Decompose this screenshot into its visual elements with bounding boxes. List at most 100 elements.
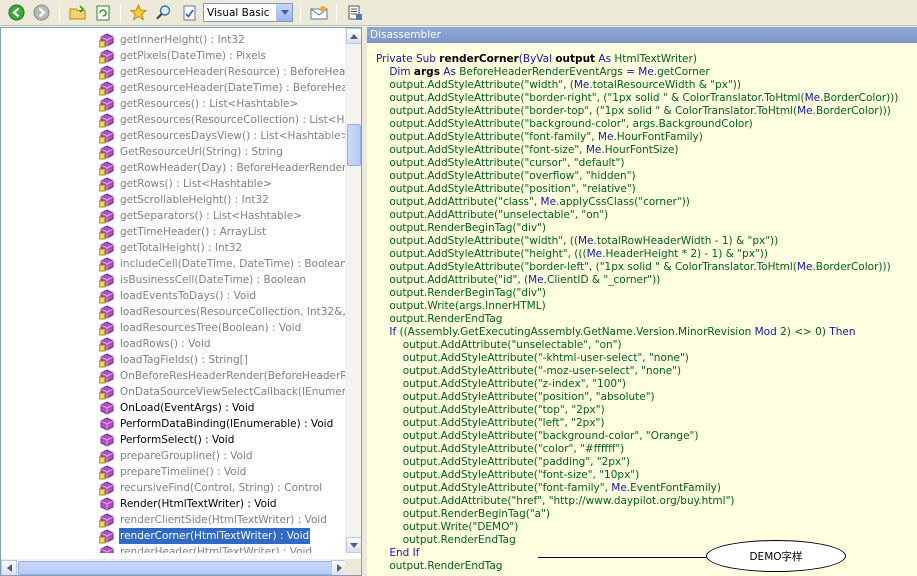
scroll-down-icon[interactable] — [346, 537, 361, 553]
tree-item[interactable]: loadResources(ResourceCollection, Int32&… — [98, 304, 347, 320]
code-token: output.AddStyleAttribute("z-index", "100… — [376, 378, 626, 390]
tree-item[interactable]: getResourceHeader(DateTime) : BeforeHead… — [98, 80, 347, 96]
export-icon[interactable] — [344, 2, 365, 23]
tree-item[interactable]: loadEventsToDays() : Void — [98, 288, 257, 304]
private-method-icon — [98, 448, 115, 464]
tree-item[interactable]: getResourceHeader(Resource) : BeforeHead… — [98, 64, 347, 80]
tree-item[interactable]: getTimeHeader() : ArrayList — [98, 224, 267, 240]
toolbar-separator — [300, 3, 301, 22]
tree-item[interactable]: loadResourcesTree(Boolean) : Void — [98, 320, 302, 336]
code-token: output.AddStyleAttribute("font-family", — [376, 482, 612, 494]
vertical-scroll-thumb[interactable] — [347, 124, 361, 166]
document-check-icon[interactable] — [178, 2, 199, 23]
code-token: Private Sub — [376, 53, 440, 65]
tree-item[interactable]: OnDataSourceViewSelectCallback(IEnumerab… — [98, 384, 347, 400]
private-method-icon — [98, 240, 115, 256]
code-token: output.AddStyleAttribute("font-size", — [376, 144, 586, 156]
tree-item[interactable]: OnLoad(EventArgs) : Void — [99, 400, 255, 416]
tree-item[interactable]: getResourcesDaysView() : List<Hashtable> — [98, 128, 347, 144]
public-method-icon — [99, 416, 115, 432]
tree-item[interactable]: includeCell(DateTime, DateTime) : Boolea… — [98, 256, 347, 272]
code-token: Dim — [376, 66, 414, 78]
tree-item-label: OnBeforeResHeaderRender(BeforeHeaderRend… — [120, 370, 347, 382]
tree-item-label: getTotalHeight() : Int32 — [120, 242, 243, 254]
scroll-left-icon[interactable] — [1, 560, 17, 575]
code-token: output.Write(args.InnerHTML) — [376, 300, 546, 312]
code-line: output.AddStyleAttribute("position", "re… — [376, 183, 636, 196]
code-token: Me — [611, 482, 627, 494]
mail-icon[interactable] — [308, 2, 329, 23]
tree-item[interactable]: renderCorner(HtmlTextWriter) : Void — [98, 528, 311, 544]
code-token: output — [555, 53, 596, 65]
vertical-scrollbar[interactable] — [345, 28, 361, 553]
tree-item[interactable]: renderClientSide(HtmlTextWriter) : Void — [98, 512, 328, 528]
private-method-icon — [98, 64, 115, 80]
toolbar-separator — [120, 3, 121, 22]
code-line: output.RenderBeginTag("div") — [376, 222, 546, 235]
tree-item[interactable]: getPixels(DateTime) : Pixels — [98, 48, 267, 64]
tree-item[interactable]: getInnerHeight() : Int32 — [98, 32, 246, 48]
tree-item[interactable]: PerformSelect() : Void — [99, 432, 235, 448]
tree-item[interactable]: loadTagFields() : String[] — [98, 352, 249, 368]
chevron-down-icon[interactable] — [276, 4, 292, 21]
private-method-icon — [98, 368, 115, 384]
refresh-icon[interactable] — [92, 2, 113, 23]
horizontal-scroll-thumb[interactable] — [18, 561, 336, 575]
tree-item[interactable]: getRows() : List<Hashtable> — [98, 176, 273, 192]
favorites-star-icon[interactable] — [128, 2, 149, 23]
tree-item-label: Render(HtmlTextWriter) : Void — [120, 498, 277, 510]
tree-item[interactable]: renderHeader(HtmlTextWriter) : Void — [98, 544, 313, 553]
public-method-icon — [99, 400, 115, 416]
tree-item[interactable]: GetResourceUrl(String) : String — [98, 144, 284, 160]
private-method-icon — [98, 32, 115, 48]
code-line: output.AddStyleAttribute("font-size", Me… — [376, 144, 678, 157]
code-token: Me — [796, 261, 813, 273]
tree-item[interactable]: recursiveFind(Control, String) : Control — [98, 480, 323, 496]
tree-item-label: loadEventsToDays() : Void — [120, 290, 257, 302]
code-line: output.AddStyleAttribute("color", "#ffff… — [376, 443, 625, 456]
code-token: args — [413, 66, 440, 78]
horizontal-scrollbar[interactable] — [1, 559, 347, 575]
tree-item[interactable]: OnBeforeResHeaderRender(BeforeHeaderRend… — [98, 368, 347, 384]
code-line: output.AddStyleAttribute("background-col… — [376, 118, 752, 131]
tree-item-label: getResourceHeader(DateTime) : BeforeHead… — [120, 82, 347, 94]
private-method-icon — [98, 304, 115, 320]
open-folder-icon[interactable] — [67, 2, 88, 23]
tree-item[interactable]: getRowHeader(Day) : BeforeHeaderRenderEv… — [98, 160, 347, 176]
tree-item[interactable]: getResources() : List<Hashtable> — [98, 96, 299, 112]
code-token: output.AddStyleAttribute("position", "re… — [376, 183, 636, 195]
code-line: output.AddStyleAttribute("font-family", … — [376, 131, 702, 144]
private-method-icon — [98, 464, 115, 480]
tree-item-label: getTimeHeader() : ArrayList — [120, 226, 267, 238]
tree-item[interactable]: getTotalHeight() : Int32 — [98, 240, 243, 256]
tree-item[interactable]: getScrollableHeight() : Int32 — [98, 192, 270, 208]
language-select[interactable]: Visual Basic — [203, 3, 293, 22]
tree-item-label: loadRows() : Void — [120, 338, 211, 350]
tree-item-label: PerformSelect() : Void — [120, 434, 235, 446]
code-token: .getCorner — [653, 66, 710, 78]
code-token: .EventFontFamily) — [626, 482, 721, 494]
tree-item-label: PerformDataBinding(IEnumerable) : Void — [120, 418, 334, 430]
code-token: .HeaderHeight * 2) - 1) & "px")) — [602, 248, 768, 260]
tree-item[interactable]: loadRows() : Void — [98, 336, 212, 352]
back-icon[interactable] — [6, 2, 27, 23]
code-line: output.Write("DEMO") — [376, 521, 519, 534]
tree-item[interactable]: getResources(ResourceCollection) : List<… — [98, 112, 347, 128]
tree-item[interactable]: prepareGroupline() : Void — [98, 448, 254, 464]
tree-item[interactable]: Render(HtmlTextWriter) : Void — [99, 496, 278, 512]
code-line: output.AddAttribute("unselectable", "on"… — [376, 209, 608, 222]
code-token: output.RenderBeginTag("a") — [376, 508, 551, 520]
tree-item[interactable]: PerformDataBinding(IEnumerable) : Void — [99, 416, 334, 432]
tree-item[interactable]: getSeparators() : List<Hashtable> — [98, 208, 303, 224]
disassembler-panel: Disassembler DEMO字样 Private Sub renderCo… — [367, 27, 917, 576]
scroll-up-icon[interactable] — [346, 28, 361, 44]
code-token: output.RenderBeginTag("div") — [376, 287, 547, 299]
tree-item[interactable]: isBusinessCell(DateTime) : Boolean — [98, 272, 307, 288]
tree-item-label: isBusinessCell(DateTime) : Boolean — [120, 274, 307, 286]
tree-item-label: getScrollableHeight() : Int32 — [120, 194, 269, 206]
tree-item[interactable]: prepareTimeline() : Void — [98, 464, 247, 480]
private-method-icon — [98, 160, 115, 176]
tree-item-label: loadResources(ResourceCollection, Int32&… — [120, 306, 347, 318]
search-icon[interactable] — [153, 2, 174, 23]
forward-icon[interactable] — [31, 2, 52, 23]
